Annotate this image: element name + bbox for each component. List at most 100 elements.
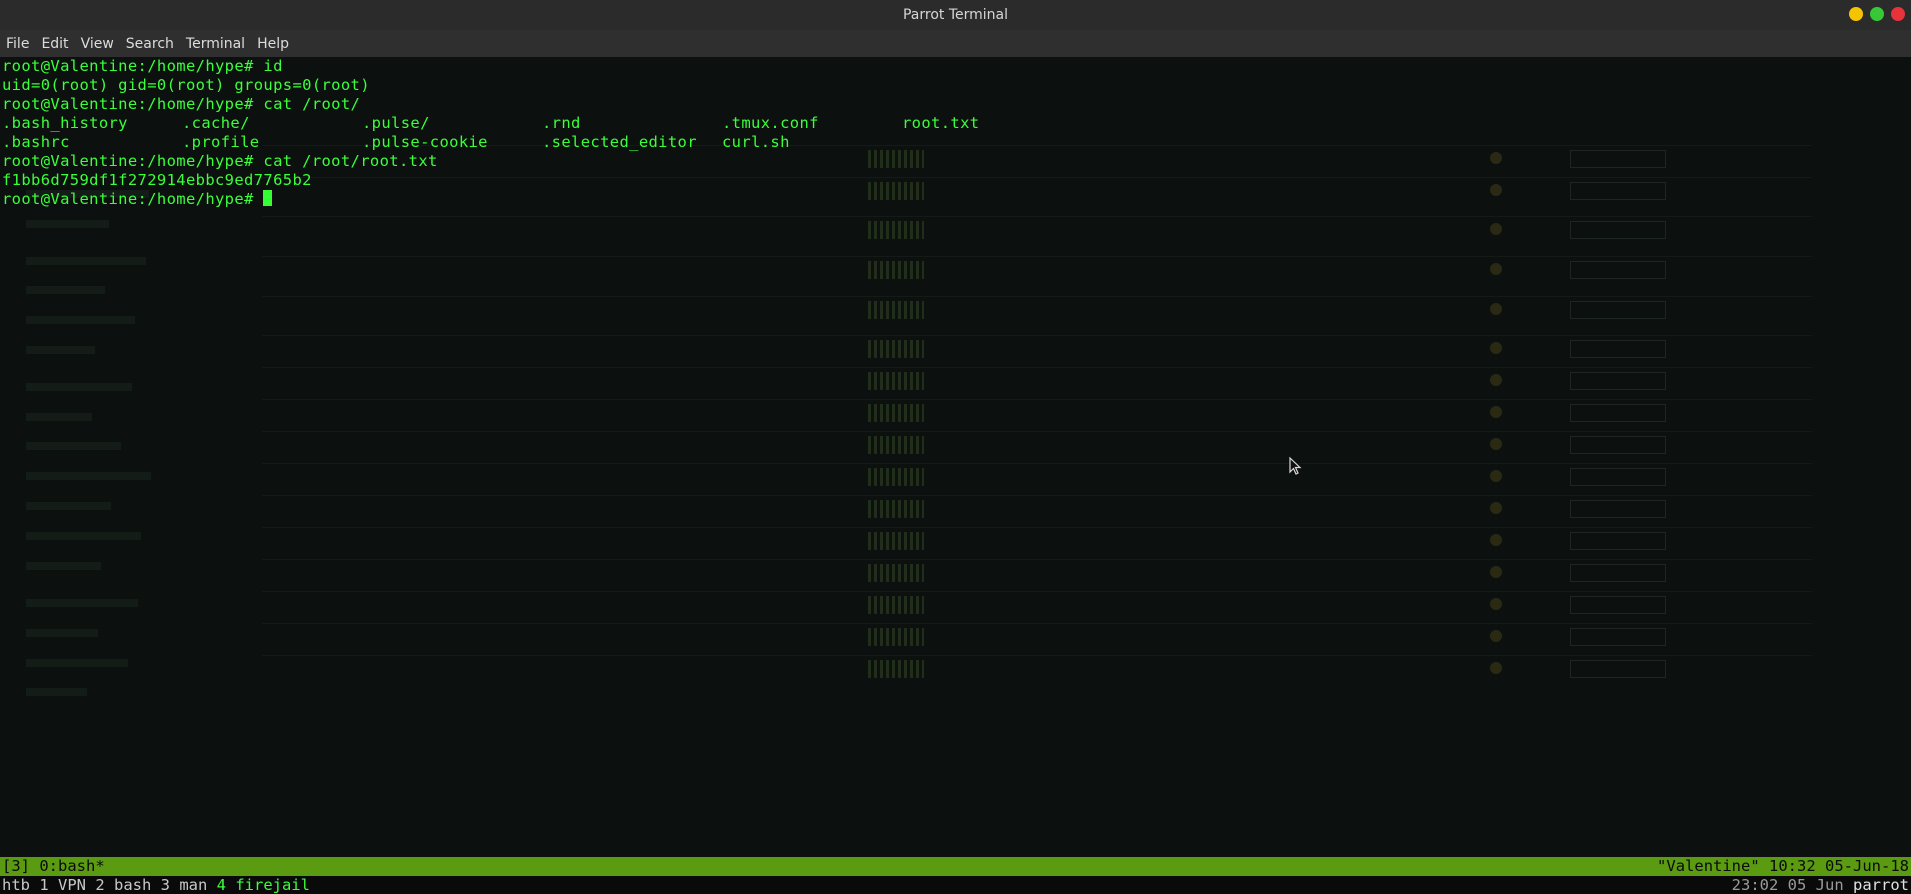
- ghost-dot: [1490, 534, 1502, 546]
- terminal-line: f1bb6d759df1f272914ebbc9ed7765b2: [2, 171, 312, 189]
- ls-row: .bashrc .profile .pulse-cookie .selected…: [2, 133, 789, 152]
- ghost-bars: [868, 500, 924, 518]
- window-title: Parrot Terminal: [902, 7, 1009, 23]
- ghost-dot: [1490, 502, 1502, 514]
- menu-file[interactable]: File: [0, 36, 35, 52]
- title-bar: Parrot Terminal: [0, 0, 1911, 30]
- terminal-line: root@Valentine:/home/hype# cat /root/roo…: [2, 152, 438, 170]
- terminal-line: uid=0(root) gid=0(root) groups=0(root): [2, 76, 370, 94]
- ghost-table-row: [262, 335, 1812, 364]
- ghost-button: [1570, 182, 1666, 200]
- menu-edit[interactable]: Edit: [35, 36, 74, 52]
- tmux-host-clock: "Valentine" 10:32 05-Jun-18: [1657, 857, 1909, 875]
- ghost-sidebar-item: [26, 562, 101, 570]
- ls-entry: .bashrc: [2, 133, 70, 151]
- ghost-button: [1570, 301, 1666, 319]
- ghost-bars: [868, 340, 924, 358]
- ghost-table-row: [262, 399, 1812, 428]
- ghost-dot: [1490, 662, 1502, 674]
- ghost-sidebar-item: [26, 532, 141, 540]
- system-clock: 23:02 05 Jun parrot: [1732, 876, 1909, 894]
- window-tab[interactable]: 2 bash: [95, 876, 160, 894]
- ghost-dot: [1490, 470, 1502, 482]
- ghost-dot: [1490, 263, 1502, 275]
- ghost-table-row: [262, 655, 1812, 684]
- ghost-dot: [1490, 406, 1502, 418]
- ghost-table-row: [262, 527, 1812, 556]
- ghost-dot: [1490, 184, 1502, 196]
- ghost-button: [1570, 436, 1666, 454]
- ls-entry: .selected_editor: [542, 133, 697, 151]
- window-tab[interactable]: 3 man: [161, 876, 217, 894]
- terminal-line: root@Valentine:/home/hype# id: [2, 57, 283, 75]
- menu-view[interactable]: View: [75, 36, 120, 52]
- menu-help[interactable]: Help: [251, 36, 295, 52]
- ghost-sidebar-item: [26, 257, 146, 265]
- ghost-bars: [868, 468, 924, 486]
- prompt-line[interactable]: root@Valentine:/home/hype#: [2, 190, 438, 209]
- terminal-line: root@Valentine:/home/hype# cat /root/: [2, 95, 361, 113]
- ghost-bars: [868, 660, 924, 678]
- ghost-table-row: [262, 296, 1812, 325]
- ghost-bars: [868, 532, 924, 550]
- window-tab-active[interactable]: 4 firejail: [217, 876, 310, 894]
- ghost-table-row: [262, 559, 1812, 588]
- ghost-dot: [1490, 152, 1502, 164]
- maximize-button[interactable]: [1870, 7, 1884, 21]
- ghost-table-row: [262, 623, 1812, 652]
- ghost-bars: [868, 404, 924, 422]
- ghost-button: [1570, 628, 1666, 646]
- ghost-button: [1570, 660, 1666, 678]
- ghost-bars: [868, 150, 924, 168]
- window-tab[interactable]: htb: [2, 876, 39, 894]
- ghost-table-row: [262, 216, 1812, 245]
- ghost-sidebar-item: [26, 599, 138, 607]
- ghost-bars: [868, 564, 924, 582]
- ghost-sidebar-item: [26, 383, 132, 391]
- ghost-bars: [868, 301, 924, 319]
- ghost-dot: [1490, 630, 1502, 642]
- window-list: htb 1 VPN 2 bash 3 man 4 firejail: [2, 876, 310, 894]
- ls-entry: curl.sh: [722, 133, 790, 151]
- ghost-sidebar-item: [26, 442, 121, 450]
- ghost-bars: [868, 628, 924, 646]
- ghost-button: [1570, 564, 1666, 582]
- ghost-bars: [868, 372, 924, 390]
- menu-terminal[interactable]: Terminal: [180, 36, 251, 52]
- ghost-sidebar-item: [26, 286, 105, 294]
- minimize-button[interactable]: [1849, 7, 1863, 21]
- ghost-sidebar-item: [26, 629, 98, 637]
- ghost-button: [1570, 261, 1666, 279]
- ghost-sidebar-item: [26, 316, 135, 324]
- ls-entry: .profile: [182, 133, 260, 151]
- ghost-button: [1570, 532, 1666, 550]
- ghost-dot: [1490, 223, 1502, 235]
- close-button[interactable]: [1891, 7, 1905, 21]
- terminal-output: root@Valentine:/home/hype# id uid=0(root…: [2, 57, 979, 209]
- ghost-bars: [868, 436, 924, 454]
- ls-entry: .tmux.conf: [722, 114, 819, 132]
- prompt: root@Valentine:/home/hype#: [2, 190, 264, 208]
- terminal-area[interactable]: root@Valentine:/home/hype# id uid=0(root…: [0, 57, 1911, 857]
- ghost-bars: [868, 261, 924, 279]
- ghost-table-row: [262, 463, 1812, 492]
- ghost-button: [1570, 468, 1666, 486]
- window-tab[interactable]: 1 VPN: [39, 876, 95, 894]
- ghost-button: [1570, 500, 1666, 518]
- ghost-button: [1570, 221, 1666, 239]
- ghost-sidebar-item: [26, 220, 109, 228]
- ghost-sidebar-item: [26, 472, 151, 480]
- ghost-button: [1570, 150, 1666, 168]
- ghost-dot: [1490, 342, 1502, 354]
- tmux-status-bar: [3] 0:bash* "Valentine" 10:32 05-Jun-18: [0, 857, 1911, 876]
- ghost-sidebar-item: [26, 688, 87, 696]
- menu-search[interactable]: Search: [120, 36, 180, 52]
- ghost-button: [1570, 596, 1666, 614]
- ls-row: .bash_history .cache/ .pulse/ .rnd .tmux…: [2, 114, 979, 133]
- clock-text: 23:02 05 Jun: [1731, 876, 1844, 894]
- ghost-sidebar-item: [26, 346, 95, 354]
- host-name: parrot: [1853, 876, 1909, 894]
- ghost-table-row: [262, 591, 1812, 620]
- ghost-sidebar-item: [26, 659, 128, 667]
- tmux-session: [3] 0:bash*: [2, 857, 105, 875]
